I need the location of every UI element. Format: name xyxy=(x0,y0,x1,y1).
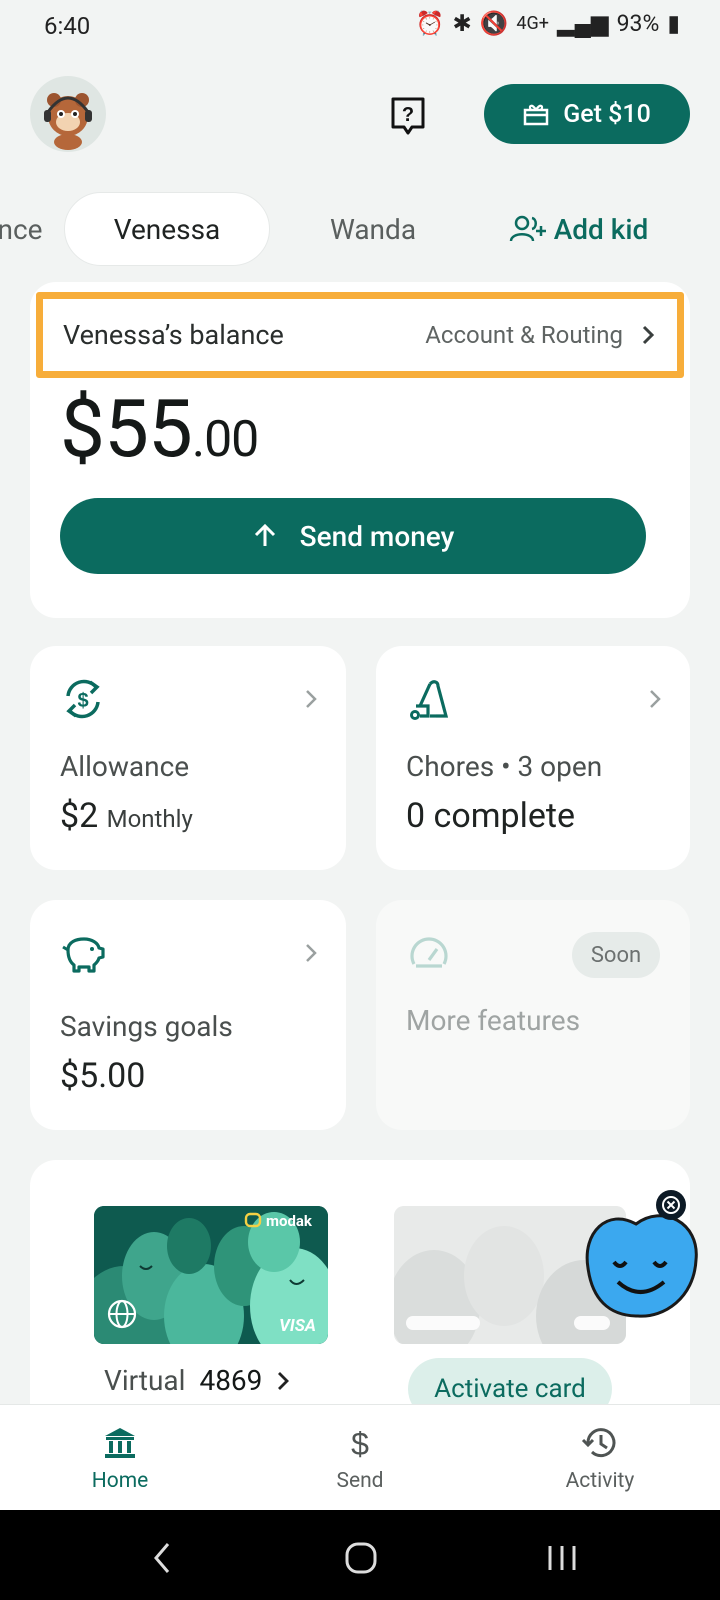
kid-tabs: nce Venessa Wanda Add kid xyxy=(0,192,720,266)
speedometer-icon xyxy=(410,937,448,968)
svg-text:$: $ xyxy=(77,690,88,712)
history-icon xyxy=(581,1428,616,1458)
more-features-title: More features xyxy=(406,1004,581,1037)
send-money-button[interactable]: Send money xyxy=(60,498,646,574)
balance-amount: $55.00 xyxy=(60,382,259,476)
balance-header[interactable]: Venessa’s balance Account & Routing xyxy=(36,292,684,378)
alarm-icon: ⏰ xyxy=(415,10,445,37)
nav-send[interactable]: $ Send xyxy=(290,1423,430,1493)
system-nav-bar xyxy=(0,1510,720,1600)
bank-icon xyxy=(105,1428,135,1458)
chevron-right-icon xyxy=(306,944,317,962)
nav-activity[interactable]: Activity xyxy=(530,1423,670,1493)
chevron-right-icon xyxy=(278,1371,290,1390)
bottom-nav: Home $ Send Activity xyxy=(0,1404,720,1510)
get-10-button[interactable]: Get $10 xyxy=(484,84,690,144)
balance-card: Venessa’s balance Account & Routing $55.… xyxy=(30,282,690,618)
back-icon[interactable] xyxy=(150,1540,174,1576)
status-time: 6:40 xyxy=(44,12,91,40)
add-kid-button[interactable]: Add kid xyxy=(498,192,658,266)
recurring-dollar-icon: $ xyxy=(66,679,100,719)
chevron-right-icon xyxy=(306,690,317,708)
allowance-tile[interactable]: $ Allowance $2 Monthly xyxy=(30,646,346,870)
allowance-title: Allowance xyxy=(60,750,190,783)
vacuum-icon xyxy=(410,680,449,720)
tab-kid-wanda[interactable]: Wanda xyxy=(300,192,446,266)
svg-text:$: $ xyxy=(351,1426,369,1462)
home-button-icon[interactable] xyxy=(344,1540,378,1576)
card-brand-logo: modak xyxy=(266,1212,312,1230)
bluetooth-icon: ✱ xyxy=(452,10,472,37)
piggy-bank-icon xyxy=(62,937,105,973)
balance-label: Venessa’s balance xyxy=(63,319,284,351)
gift-icon xyxy=(523,104,549,126)
arrow-up-icon xyxy=(254,523,275,546)
chevron-right-icon xyxy=(650,690,661,708)
chores-tile[interactable]: Chores • 3 open 0 complete xyxy=(376,646,690,870)
help-icon[interactable]: ? xyxy=(390,96,426,136)
avatar[interactable] xyxy=(30,76,106,152)
network-type: 4G+ xyxy=(516,13,549,34)
battery-icon: ▮ xyxy=(667,10,680,37)
recents-icon[interactable] xyxy=(544,1540,580,1576)
virtual-card-link[interactable]: Virtual 4869 xyxy=(104,1364,290,1397)
soon-badge: Soon xyxy=(572,932,660,978)
account-routing-link[interactable]: Account & Routing xyxy=(425,321,655,349)
savings-value: $5.00 xyxy=(60,1056,146,1096)
status-bar: 6:40 ⏰ ✱ 🔇 4G+ ▂▄▆ 93% ▮ xyxy=(0,0,720,56)
chores-value: 0 complete xyxy=(406,796,576,836)
chevron-right-icon xyxy=(642,325,655,345)
savings-title: Savings goals xyxy=(60,1010,233,1043)
allowance-value: $2 Monthly xyxy=(60,796,193,836)
dollar-icon: $ xyxy=(351,1426,369,1462)
svg-text:?: ? xyxy=(402,104,414,126)
battery-level: 93% xyxy=(616,10,660,37)
tab-kid-previous[interactable]: nce xyxy=(0,192,50,266)
savings-goals-tile[interactable]: Savings goals $5.00 xyxy=(30,900,346,1130)
virtual-card-image[interactable]: modak VISA xyxy=(94,1206,328,1344)
get-10-label: Get $10 xyxy=(563,99,651,129)
mute-icon: 🔇 xyxy=(479,10,509,37)
nav-home[interactable]: Home xyxy=(50,1423,190,1493)
visa-logo: VISA xyxy=(279,1316,316,1336)
chores-title: Chores • 3 open xyxy=(406,750,603,783)
status-icons: ⏰ ✱ 🔇 4G+ ▂▄▆ 93% ▮ xyxy=(416,10,680,37)
signal-icon: ▂▄▆ xyxy=(556,10,609,37)
close-bubble-icon[interactable] xyxy=(654,1188,688,1222)
more-features-tile: Soon More features xyxy=(376,900,690,1130)
add-user-icon xyxy=(509,215,546,242)
tab-kid-venessa[interactable]: Venessa xyxy=(64,192,270,266)
